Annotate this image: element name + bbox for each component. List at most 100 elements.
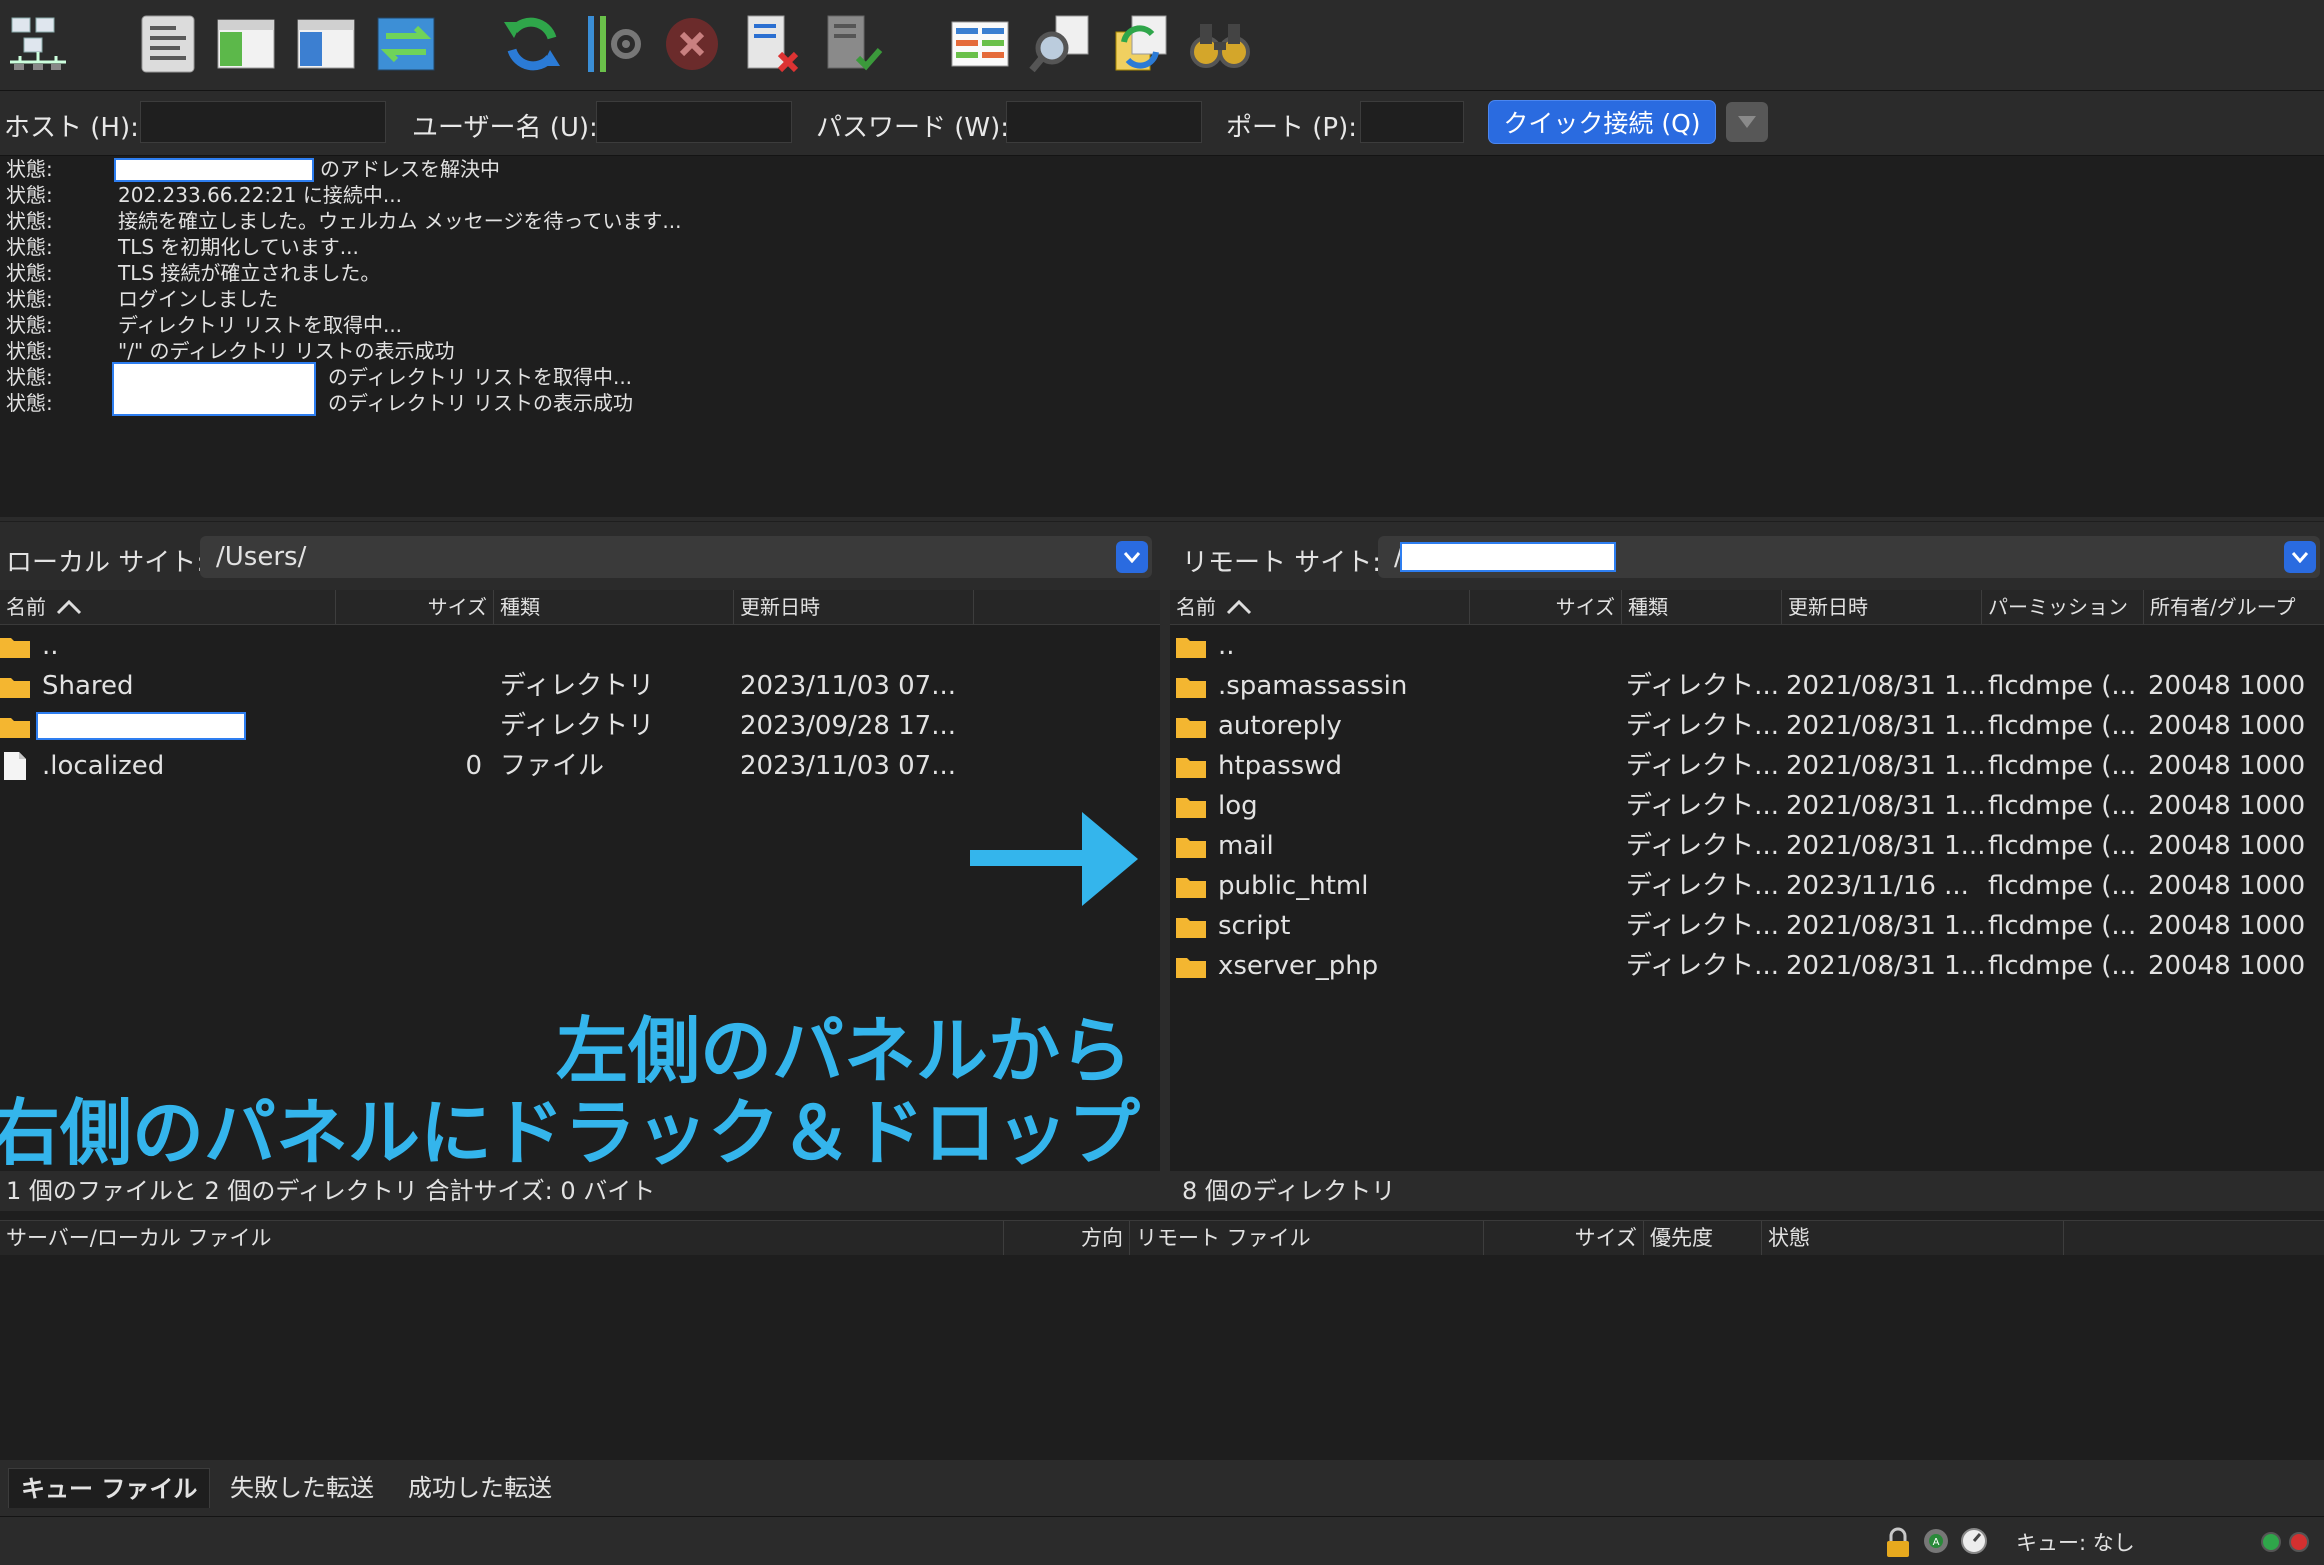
lock-icon[interactable]: [1884, 1527, 1912, 1557]
receive-indicator-icon: [2261, 1532, 2281, 1552]
tab-successful-transfers[interactable]: 成功した転送: [396, 1468, 564, 1508]
list-item[interactable]: autoreply ディレクト... 2021/08/31 1... flcdm…: [1170, 706, 2324, 746]
tab-failed-transfers[interactable]: 失敗した転送: [218, 1468, 386, 1508]
password-input[interactable]: [1006, 101, 1202, 143]
password-label: パスワード (W):: [816, 113, 1010, 143]
gauge-icon[interactable]: [1960, 1527, 1988, 1555]
folder-icon: [1176, 958, 1206, 978]
file-type: ファイル: [500, 751, 605, 781]
port-label: ポート (P):: [1226, 113, 1357, 143]
column-status[interactable]: 状態: [1762, 1221, 2064, 1255]
list-item[interactable]: htpasswd ディレクト... 2021/08/31 1... flcdmp…: [1170, 746, 2324, 786]
column-type[interactable]: 種類: [1622, 590, 1782, 624]
file-owner: 20048 1000: [2148, 951, 2306, 981]
quickconnect-button[interactable]: クイック接続 (Q): [1488, 100, 1716, 144]
annotation-line-2: 右側のパネルにドラック＆ドロップ: [0, 1091, 1140, 1175]
tab-queued-files[interactable]: キュー ファイル: [8, 1468, 211, 1508]
remote-path-combo[interactable]: /: [1378, 536, 2320, 578]
pane-splitter[interactable]: [1160, 522, 1170, 1211]
column-direction[interactable]: 方向: [1004, 1221, 1130, 1255]
remote-path-dropdown[interactable]: [2284, 541, 2316, 573]
list-item[interactable]: ..: [1170, 626, 2324, 666]
speed-limit-icon[interactable]: A: [1922, 1527, 1950, 1555]
chevron-down-icon: [2291, 552, 2309, 563]
file-type: ディレクト...: [1626, 831, 1779, 861]
file-permissions: flcdmpe (...: [1988, 831, 2137, 861]
message-log-icon[interactable]: [134, 10, 202, 78]
disconnect-icon[interactable]: [738, 10, 806, 78]
host-input[interactable]: [140, 101, 386, 143]
folder-icon: [1176, 878, 1206, 898]
redaction-box: [114, 158, 314, 182]
file-permissions: flcdmpe (...: [1988, 711, 2137, 741]
local-path-dropdown[interactable]: [1116, 541, 1148, 573]
file-modified: 2021/08/31 1...: [1786, 831, 1986, 861]
local-tree-icon[interactable]: [212, 10, 280, 78]
column-permissions[interactable]: パーミッション: [1982, 590, 2144, 624]
quickconnect-dropdown[interactable]: [1726, 102, 1768, 142]
sync-browsing-icon[interactable]: [1106, 10, 1174, 78]
log-message: のアドレスを解決中: [320, 157, 500, 181]
column-server-local-file[interactable]: サーバー/ローカル ファイル: [0, 1221, 1004, 1255]
list-item[interactable]: script ディレクト... 2021/08/31 1... flcdmpe …: [1170, 906, 2324, 946]
file-modified: 2021/08/31 1...: [1786, 911, 1986, 941]
column-remote-file[interactable]: リモート ファイル: [1130, 1221, 1484, 1255]
column-size[interactable]: サイズ: [1484, 1221, 1644, 1255]
find-files-icon[interactable]: [1186, 10, 1254, 78]
reconnect-icon[interactable]: [818, 10, 886, 78]
redaction-box: [1400, 542, 1616, 572]
user-input[interactable]: [596, 101, 792, 143]
refresh-icon[interactable]: [498, 10, 566, 78]
column-modified[interactable]: 更新日時: [1782, 590, 1982, 624]
local-path-combo[interactable]: /Users/: [200, 536, 1152, 578]
list-item[interactable]: Shared ディレクトリ 2023/11/03 07...: [0, 666, 1160, 706]
remote-pane: リモート サイト: / 名前 サイズ 種類 更新日時 パーミッション 所有者/グ…: [1170, 522, 2324, 1211]
folder-icon: [1176, 918, 1206, 938]
column-name[interactable]: 名前: [1170, 590, 1470, 624]
compare-icon[interactable]: [946, 10, 1014, 78]
column-size[interactable]: サイズ: [1470, 590, 1622, 624]
toolbar: [0, 0, 2324, 91]
list-item[interactable]: xserver_php ディレクト... 2021/08/31 1... flc…: [1170, 946, 2324, 986]
column-size[interactable]: サイズ: [336, 590, 494, 624]
column-name[interactable]: 名前: [0, 590, 336, 624]
cancel-icon[interactable]: [658, 10, 726, 78]
search-remote-icon[interactable]: [1026, 10, 1094, 78]
file-permissions: flcdmpe (...: [1988, 791, 2137, 821]
folder-icon: [0, 678, 30, 698]
folder-icon: [1176, 798, 1206, 818]
site-manager-icon[interactable]: [4, 10, 72, 78]
log-message: 接続を確立しました。ウェルカム メッセージを待っています...: [118, 209, 682, 233]
list-item[interactable]: .spamassassin ディレクト... 2021/08/31 1... f…: [1170, 666, 2324, 706]
port-input[interactable]: [1360, 101, 1464, 143]
queue-tabs: キュー ファイル 失敗した転送 成功した転送: [0, 1460, 2324, 1516]
file-name: ..: [42, 631, 59, 661]
log-label: 状態:: [6, 157, 53, 181]
file-owner: 20048 1000: [2148, 711, 2306, 741]
filter-processing-icon[interactable]: [578, 10, 646, 78]
file-permissions: flcdmpe (...: [1988, 871, 2137, 901]
queue-list[interactable]: [0, 1255, 2324, 1460]
file-name: script: [1218, 911, 1291, 941]
file-owner: 20048 1000: [2148, 911, 2306, 941]
list-item[interactable]: public_html ディレクト... 2023/11/16 ... flcd…: [1170, 866, 2324, 906]
list-item[interactable]: .localized 0 ファイル 2023/11/03 07...: [0, 746, 1160, 786]
send-indicator-icon: [2289, 1532, 2309, 1552]
remote-tree-icon[interactable]: [292, 10, 360, 78]
column-owner[interactable]: 所有者/グループ: [2144, 590, 2324, 624]
quickconnect-bar: ホスト (H): ユーザー名 (U): パスワード (W): ポート (P): …: [0, 91, 2324, 156]
list-item[interactable]: log ディレクト... 2021/08/31 1... flcdmpe (..…: [1170, 786, 2324, 826]
log-message: TLS を初期化しています...: [118, 235, 359, 259]
folder-icon: [1176, 638, 1206, 658]
column-type[interactable]: 種類: [494, 590, 734, 624]
log-message: 202.233.66.22:21 に接続中...: [118, 183, 402, 207]
transfer-queue-icon[interactable]: [372, 10, 440, 78]
column-priority[interactable]: 優先度: [1644, 1221, 1762, 1255]
list-item[interactable]: ..: [0, 626, 1160, 666]
list-item[interactable]: mail ディレクト... 2021/08/31 1... flcdmpe (.…: [1170, 826, 2324, 866]
list-item[interactable]: ディレクトリ 2023/09/28 17...: [0, 706, 1160, 746]
file-permissions: flcdmpe (...: [1988, 751, 2137, 781]
column-modified[interactable]: 更新日時: [734, 590, 974, 624]
log-label: 状態:: [6, 261, 53, 285]
local-column-header: 名前 サイズ 種類 更新日時: [0, 590, 1160, 625]
